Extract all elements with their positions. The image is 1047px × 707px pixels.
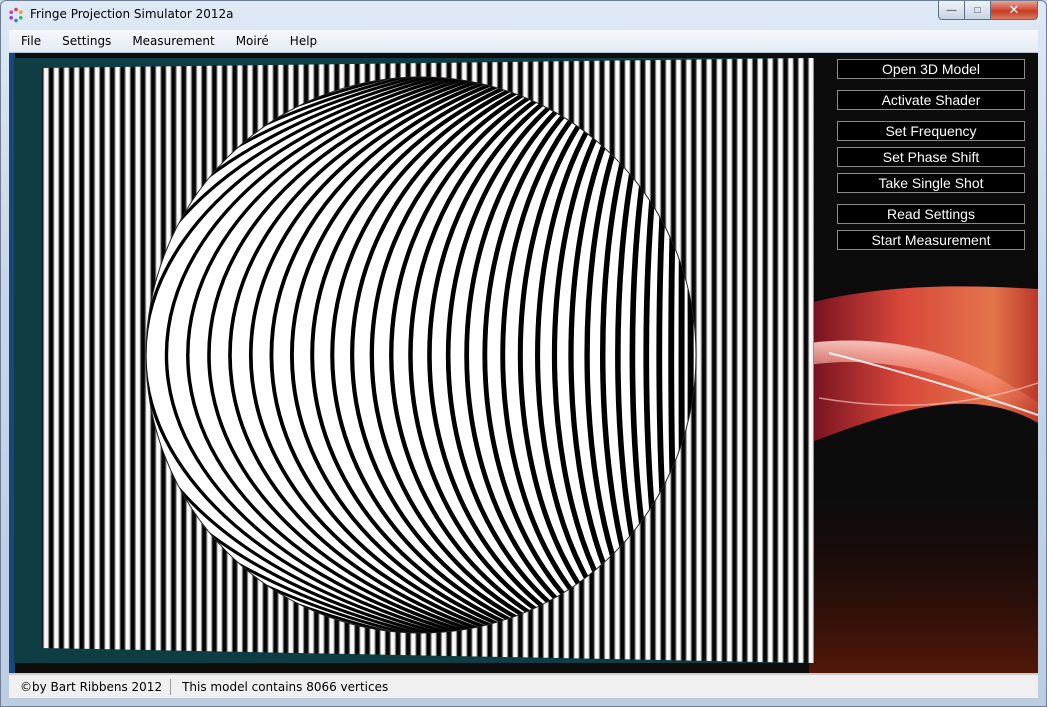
menu-settings[interactable]: Settings (50, 34, 120, 48)
close-icon: ✕ (1008, 2, 1020, 17)
close-button[interactable]: ✕ (991, 1, 1038, 20)
read-settings-button[interactable]: Read Settings (837, 204, 1025, 224)
fringe-pattern-render (42, 58, 814, 663)
title-bar[interactable]: Fringe Projection Simulator 2012a — □ ✕ (1, 1, 1046, 29)
menu-measurement[interactable]: Measurement (120, 34, 223, 48)
render-viewport[interactable] (14, 58, 814, 663)
menu-moire[interactable]: Moiré (224, 34, 278, 48)
take-single-shot-button[interactable]: Take Single Shot (837, 173, 1025, 193)
minimize-button[interactable]: — (938, 1, 965, 20)
minimize-icon: — (946, 4, 957, 16)
app-window: Fringe Projection Simulator 2012a — □ ✕ … (0, 0, 1047, 707)
main-client-area: Open 3D Model Activate Shader Set Freque… (9, 53, 1038, 673)
status-copyright: ©by Bart Ribbens 2012 (20, 679, 163, 694)
maximize-icon: □ (974, 4, 981, 16)
set-phase-shift-button[interactable]: Set Phase Shift (837, 147, 1025, 167)
menu-file[interactable]: File (9, 34, 50, 48)
status-bar: ©by Bart Ribbens 2012 This model contain… (9, 674, 1038, 698)
maximize-button[interactable]: □ (965, 1, 991, 20)
menu-help[interactable]: Help (278, 34, 326, 48)
start-measurement-button[interactable]: Start Measurement (837, 230, 1025, 250)
set-frequency-button[interactable]: Set Frequency (837, 121, 1025, 141)
status-model-info: This model contains 8066 vertices (182, 679, 389, 694)
color-wheel-icon (9, 7, 23, 23)
window-title: Fringe Projection Simulator 2012a (30, 7, 234, 21)
menu-bar: File Settings Measurement Moiré Help (9, 30, 1038, 53)
activate-shader-button[interactable]: Activate Shader (837, 90, 1025, 110)
open-3d-model-button[interactable]: Open 3D Model (837, 59, 1025, 79)
window-controls: — □ ✕ (938, 1, 1038, 20)
